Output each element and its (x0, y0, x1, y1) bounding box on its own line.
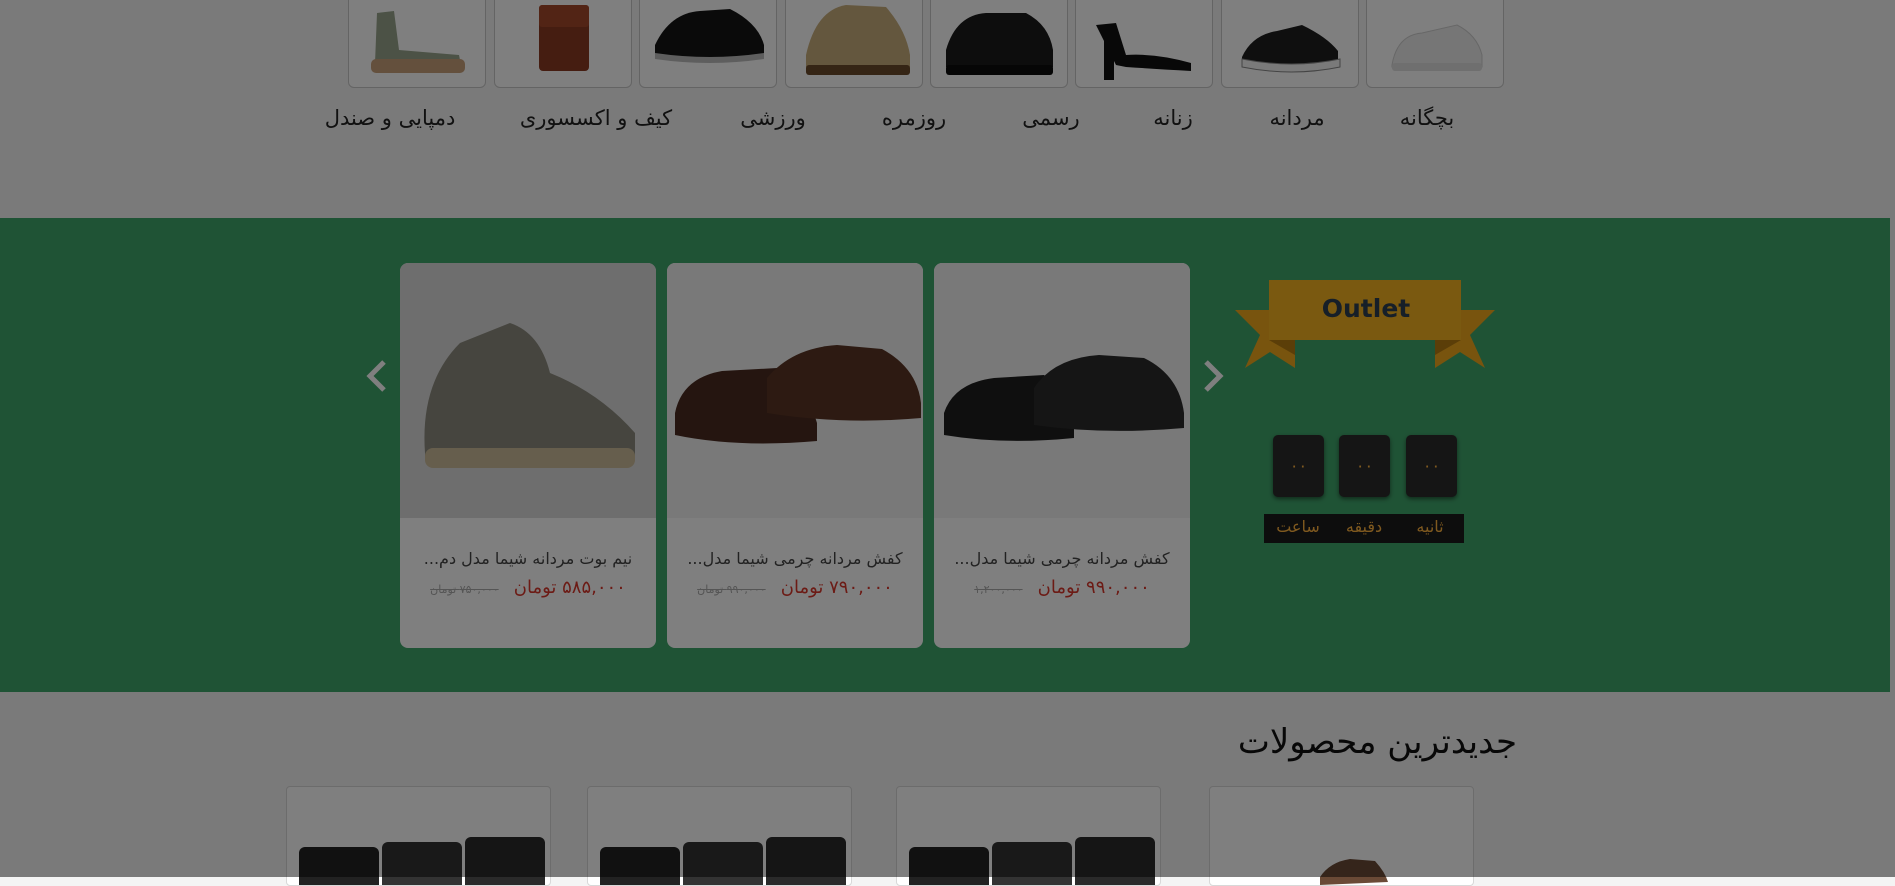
product-name[interactable]: کفش مردانه چرمی شیما مدل... (934, 549, 1190, 568)
category-tile-women[interactable] (1075, 0, 1213, 88)
product-price-row: ۹۹۰,۰۰۰ تومان ۱,۲۰۰,۰۰۰ (934, 577, 1190, 598)
product-name[interactable]: کفش مردانه چرمی شیما مدل... (667, 549, 923, 568)
black-sneaker-icon (1241, 25, 1341, 73)
black-derby-shoe-icon (946, 13, 1053, 75)
timer-seconds: ۰۰ (1406, 435, 1457, 497)
outlet-badge-text: Outlet (1321, 294, 1411, 323)
product-old-price: ۱,۲۰۰,۰۰۰ (974, 583, 1023, 596)
newest-products-title: جدیدترین محصولات (1237, 722, 1517, 762)
outlet-product-card[interactable]: کفش مردانه چرمی شیما مدل... ۹۹۰,۰۰۰ توما… (934, 263, 1190, 648)
category-tile-formal[interactable] (930, 0, 1068, 88)
black-sport-shoe-icon (655, 9, 764, 63)
product-image-shoe (1320, 859, 1388, 885)
product-image-boot (400, 263, 656, 518)
timer-hours: ۰۰ (1273, 435, 1324, 497)
new-product-card[interactable] (896, 786, 1161, 886)
category-tile-men[interactable] (1221, 0, 1359, 88)
black-heel-icon (1096, 23, 1191, 80)
product-image-luggage (600, 837, 846, 885)
product-price: ۷۹۰,۰۰۰ تومان (780, 577, 893, 598)
product-price-row: ۵۸۵,۰۰۰ تومان ۷۵۰,۰۰۰ تومان (400, 577, 656, 598)
new-product-card[interactable] (286, 786, 551, 886)
category-label-formal[interactable]: رسمی (1022, 106, 1079, 130)
outlet-product-card[interactable]: کفش مردانه چرمی شیما مدل... ۷۹۰,۰۰۰ توما… (667, 263, 923, 648)
category-label-sandals[interactable]: دمپایی و صندل (325, 106, 456, 130)
category-tile-sandals[interactable] (348, 0, 486, 88)
category-label-sport[interactable]: ورزشی (740, 106, 806, 130)
timer-labels: ثانیه دقیقه ساعت (1264, 514, 1464, 543)
product-old-price: ۹۹۰,۰۰۰ تومان (697, 583, 766, 596)
chevron-right-icon (1204, 360, 1224, 392)
outlet-product-card[interactable]: نیم بوت مردانه شیما مدل دم... ۵۸۵,۰۰۰ تو… (400, 263, 656, 648)
product-price-row: ۷۹۰,۰۰۰ تومان ۹۹۰,۰۰۰ تومان (667, 577, 923, 598)
category-tile-casual[interactable] (785, 0, 923, 88)
product-image-black-oxford (934, 263, 1190, 518)
product-image-luggage (909, 837, 1155, 885)
timer-hours-label: ساعت (1276, 517, 1320, 536)
timer-minutes-label: دقیقه (1345, 517, 1383, 536)
timer-seconds-label: ثانیه (1416, 517, 1444, 536)
category-label-bags[interactable]: کیف و اکسسوری (520, 106, 672, 130)
white-sneaker-icon (1391, 24, 1483, 71)
product-image-luggage (299, 837, 545, 885)
category-tile-sport[interactable] (639, 0, 777, 88)
category-label-men[interactable]: مردانه (1269, 106, 1324, 130)
category-label-casual[interactable]: روزمره (882, 106, 946, 130)
new-product-card[interactable] (587, 786, 852, 886)
carousel-prev-arrow[interactable] (362, 356, 392, 396)
product-old-price: ۷۵۰,۰۰۰ تومان (430, 583, 499, 596)
category-label-kids[interactable]: بچگانه (1400, 106, 1455, 130)
category-tile-bags[interactable] (494, 0, 632, 88)
product-name[interactable]: نیم بوت مردانه شیما مدل دم... (400, 549, 656, 568)
brown-bag-icon (539, 5, 589, 71)
category-tile-kids[interactable] (1366, 0, 1504, 88)
carousel-next-arrow[interactable] (1198, 356, 1228, 396)
product-price: ۹۹۰,۰۰۰ تومان (1037, 577, 1150, 598)
product-price: ۵۸۵,۰۰۰ تومان (513, 577, 626, 598)
tan-boot-icon (806, 5, 910, 75)
chevron-left-icon (366, 360, 386, 392)
category-label-women[interactable]: زنانه (1153, 106, 1193, 130)
new-product-card[interactable] (1209, 786, 1474, 886)
outlet-section: Outlet ۰۰ ۰۰ ۰۰ ثانیه دقیقه ساعت کفش مرد… (0, 218, 1890, 692)
timer-minutes: ۰۰ (1339, 435, 1390, 497)
product-image-brown-shoe (667, 263, 923, 518)
sandal-icon (371, 11, 465, 73)
